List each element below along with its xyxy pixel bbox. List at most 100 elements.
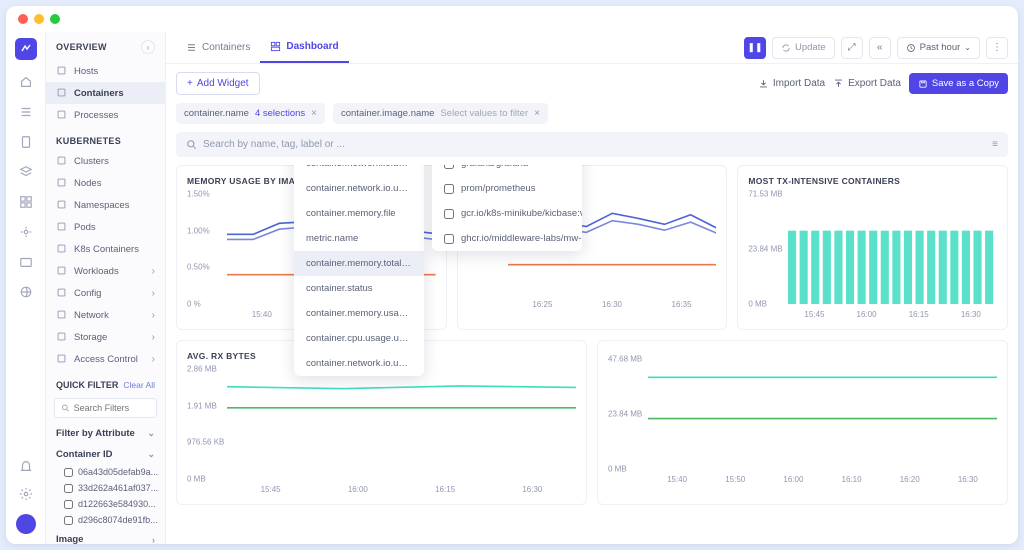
home-icon[interactable] [18, 74, 34, 90]
filter-checkbox[interactable] [64, 516, 73, 525]
close-window-icon[interactable] [18, 14, 28, 24]
dropdown-option[interactable]: prom/prometheus [432, 176, 582, 201]
filter-checkbox[interactable] [64, 468, 73, 477]
dropdown-option[interactable]: container.memory.usage.limit [294, 301, 424, 326]
layers-icon[interactable] [18, 164, 34, 180]
search-menu-icon[interactable]: ≡ [992, 139, 998, 150]
sidebar-item-network[interactable]: Network [46, 304, 165, 326]
y-axis-tick: 2.86 MB [187, 365, 217, 374]
icon-rail [6, 32, 46, 544]
option-checkbox[interactable] [444, 209, 454, 219]
notification-icon[interactable] [18, 458, 34, 474]
sidebar-item-hosts[interactable]: Hosts [46, 60, 165, 82]
dropdown-option[interactable]: container.cpu.usage.usermo... [294, 326, 424, 351]
chart-plot: 2.86 MB1.91 MB976.56 KB0 MB [187, 369, 576, 479]
sidebar-item-clusters[interactable]: Clusters [46, 150, 165, 172]
user-avatar[interactable] [16, 514, 36, 534]
dropdown-option[interactable]: container.network.io.usage.t... [294, 351, 424, 376]
dropdown-option[interactable]: container.network.io.usage.r... [294, 176, 424, 201]
y-axis-tick: 1.91 MB [187, 401, 217, 410]
sidebar-item-processes[interactable]: Processes [46, 104, 165, 126]
cpu-icon [56, 109, 68, 121]
app-logo-icon[interactable] [15, 38, 37, 60]
collapse-sidebar-button[interactable]: ‹ [141, 40, 155, 54]
dropdown-option[interactable]: metric.name [294, 226, 424, 251]
globe-icon[interactable] [18, 284, 34, 300]
filter-chip-image-name[interactable]: container.image.name Select values to fi… [333, 103, 548, 124]
y-axis-tick: 976.56 KB [187, 438, 224, 447]
save-as-copy-button[interactable]: Save as a Copy [909, 73, 1008, 94]
quick-filter-search-input[interactable] [74, 403, 150, 413]
filter-group-image[interactable]: Image› [46, 528, 165, 544]
back-button[interactable]: « [869, 37, 891, 59]
x-axis-tick: 16:15 [909, 310, 929, 319]
remove-chip-icon[interactable]: × [534, 108, 540, 119]
tab-dashboard[interactable]: Dashboard [260, 32, 348, 63]
import-data-button[interactable]: Import Data [758, 73, 825, 94]
y-axis-tick: 23.84 MB [748, 245, 782, 254]
grid-icon[interactable] [18, 194, 34, 210]
remove-chip-icon[interactable]: × [311, 108, 317, 119]
plus-icon: + [187, 78, 193, 89]
cfg-icon [56, 287, 68, 299]
filter-option[interactable]: 06a43d05defab9a... [46, 464, 165, 480]
dropdown-option[interactable]: container.memory.total_cache [294, 251, 424, 276]
option-checkbox[interactable] [444, 165, 454, 169]
sidebar-item-nodes[interactable]: Nodes [46, 172, 165, 194]
minimize-window-icon[interactable] [34, 14, 44, 24]
dropdown-option[interactable]: gcr.io/k8s-minikube/kicbase:v... [432, 201, 582, 226]
doc-icon[interactable] [18, 134, 34, 150]
folder-icon[interactable] [18, 254, 34, 270]
settings-icon[interactable] [18, 224, 34, 240]
quick-filter-label: QUICK FILTER [56, 380, 118, 390]
sidebar-item-namespaces[interactable]: Namespaces [46, 194, 165, 216]
sidebar-item-workloads[interactable]: Workloads [46, 260, 165, 282]
chart-title: MOST TX-INTENSIVE CONTAINERS [748, 176, 997, 186]
pause-button[interactable]: ❚❚ [744, 37, 766, 59]
sidebar-item-config[interactable]: Config [46, 282, 165, 304]
x-axis-tick: 16:00 [857, 310, 877, 319]
quick-filter-search[interactable] [54, 398, 157, 418]
dropdown-option[interactable]: grafana/grafana [432, 165, 582, 176]
filter-checkbox[interactable] [64, 484, 73, 493]
menu-button[interactable]: ⋮ [986, 37, 1008, 59]
option-checkbox[interactable] [444, 184, 454, 194]
export-data-button[interactable]: Export Data [833, 73, 901, 94]
time-range-select[interactable]: Past hour ⌄ [897, 37, 980, 59]
filter-by-attribute-group[interactable]: Filter by Attribute⌄ [46, 422, 165, 443]
dashboard-icon [270, 41, 281, 52]
tab-containers[interactable]: Containers [176, 32, 260, 63]
gear-icon[interactable] [18, 486, 34, 502]
list-icon [186, 42, 197, 53]
chart-card: 47.68 MB23.84 MB0 MB 15:4015:5016:0016:1… [597, 340, 1008, 505]
dropdown-option[interactable]: container.memory.file [294, 201, 424, 226]
search-bar[interactable]: Search by name, tag, label or ... ≡ [176, 132, 1008, 157]
filter-option[interactable]: d122663e584930... [46, 496, 165, 512]
chart-card-tx-intensive: MOST TX-INTENSIVE CONTAINERS 71.53 MB23.… [737, 165, 1008, 330]
clear-all-button[interactable]: Clear All [123, 380, 155, 390]
filter-option[interactable]: 33d262a461af037... [46, 480, 165, 496]
refresh-icon [781, 43, 791, 53]
expand-button[interactable]: ⤢ [841, 37, 863, 59]
chart-plot: 47.68 MB23.84 MB0 MB [608, 359, 997, 469]
dropdown-option[interactable]: ghcr.io/middleware-labs/mw-h... [432, 226, 582, 251]
sidebar-item-containers[interactable]: Containers [46, 82, 165, 104]
maximize-window-icon[interactable] [50, 14, 60, 24]
lock-icon [56, 353, 68, 365]
clock-icon [906, 43, 916, 53]
sidebar-item-pods[interactable]: Pods [46, 216, 165, 238]
dropdown-option[interactable]: container.network.io.usage.t... [294, 165, 424, 176]
filter-chip-container-name[interactable]: container.name 4 selections × [176, 103, 325, 124]
dropdown-option[interactable]: container.status [294, 276, 424, 301]
update-button[interactable]: Update [772, 37, 835, 59]
add-widget-button[interactable]: + Add Widget [176, 72, 260, 95]
option-checkbox[interactable] [444, 234, 454, 244]
list-icon[interactable] [18, 104, 34, 120]
filter-group-container id[interactable]: Container ID⌄ [46, 443, 165, 464]
filter-checkbox[interactable] [64, 500, 73, 509]
sidebar-item-access control[interactable]: Access Control [46, 348, 165, 370]
filter-option[interactable]: d296c8074de91fb... [46, 512, 165, 528]
x-axis-tick: 16:00 [348, 485, 368, 494]
sidebar-item-storage[interactable]: Storage [46, 326, 165, 348]
sidebar-item-k8s containers[interactable]: K8s Containers [46, 238, 165, 260]
